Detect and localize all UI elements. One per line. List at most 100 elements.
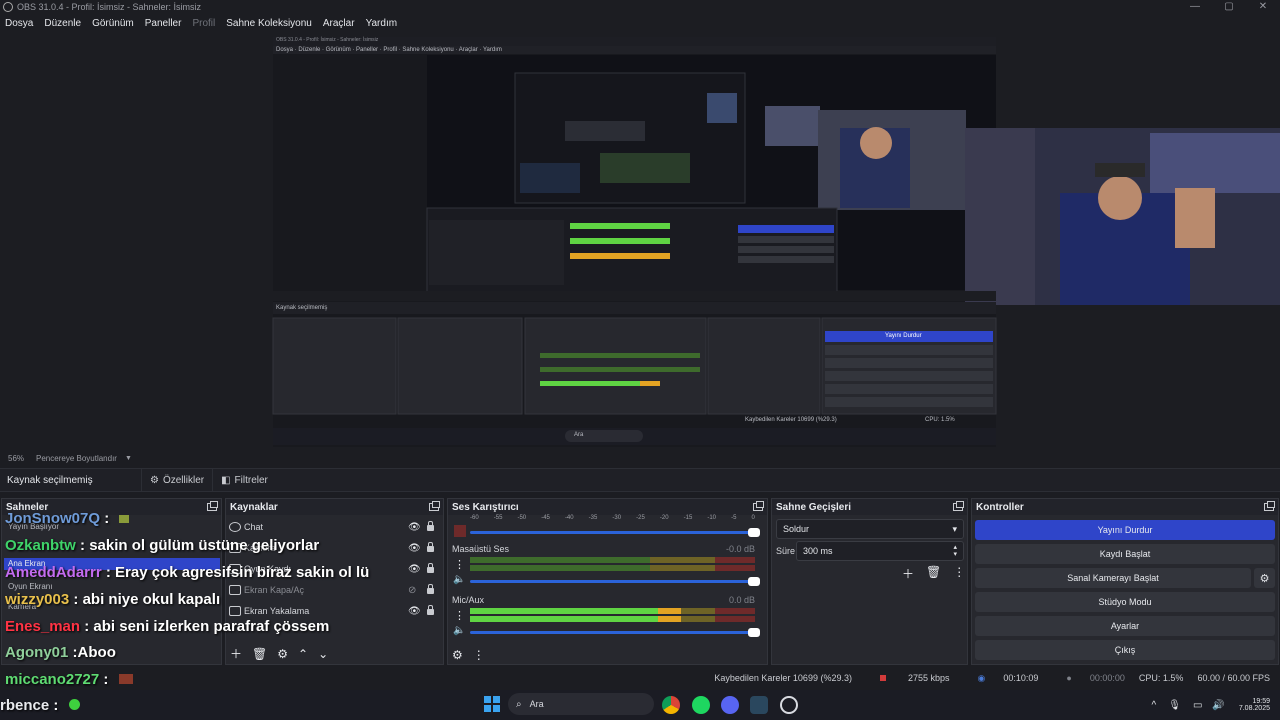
eye-icon[interactable]: 👁 bbox=[408, 606, 421, 617]
eye-hidden-icon[interactable]: ⊘ bbox=[408, 585, 416, 596]
channel-name: Masaüstü Ses bbox=[452, 544, 510, 554]
add-icon[interactable]: ＋ bbox=[230, 645, 242, 662]
studio-mode-button[interactable]: Stüdyo Modu bbox=[975, 592, 1275, 612]
chevron-up-icon[interactable]: ^ bbox=[1152, 700, 1157, 711]
start-recording-button[interactable]: Kaydı Başlat bbox=[975, 544, 1275, 564]
volume-knob[interactable] bbox=[748, 628, 760, 637]
stream-timer: ◉ 00:10:09 bbox=[964, 673, 1039, 684]
sources-title: Kaynaklar bbox=[230, 501, 278, 513]
float-dock-icon[interactable] bbox=[953, 501, 964, 511]
start-virtual-camera-button[interactable]: Sanal Kamerayı Başlat bbox=[975, 568, 1251, 588]
chat-sep: : bbox=[69, 591, 83, 608]
minimize-icon[interactable]: — bbox=[1178, 0, 1212, 14]
menu-docks[interactable]: Paneller bbox=[145, 18, 182, 29]
chat-sep: : bbox=[80, 618, 94, 635]
scale-tick: -60 bbox=[470, 515, 479, 521]
menu-file[interactable]: Dosya bbox=[5, 18, 33, 29]
trash-icon[interactable]: 🗑 bbox=[926, 565, 941, 582]
add-icon[interactable]: ＋ bbox=[902, 565, 914, 582]
more-options-icon[interactable]: ⋮ bbox=[454, 611, 465, 622]
preview-canvas[interactable]: OBS 31.0.4 - Profil: İsimsiz - Sahneler:… bbox=[0, 33, 1280, 448]
fit-to-window-label[interactable]: Pencereye Boyutlandır bbox=[36, 454, 117, 463]
spotify-icon[interactable] bbox=[692, 696, 710, 714]
exit-button[interactable]: Çıkış bbox=[975, 640, 1275, 660]
nested-dropped: Kaybedilen Kareler 10699 (%29.3) bbox=[745, 417, 837, 423]
scale-tick: -40 bbox=[564, 515, 574, 521]
volume-slider[interactable] bbox=[470, 628, 760, 637]
nested-no-source: Kaynak seçilmemiş bbox=[276, 305, 328, 311]
advanced-audio-icon[interactable]: ⚙ bbox=[452, 648, 463, 662]
virtual-camera-settings-button[interactable]: ⚙ bbox=[1254, 568, 1275, 588]
source-item[interactable]: Chat 👁 bbox=[229, 517, 444, 537]
eye-icon[interactable]: 👁 bbox=[408, 543, 421, 554]
stop-streaming-button[interactable]: Yayını Durdur bbox=[975, 520, 1275, 540]
bitrate-value: 2755 kbps bbox=[907, 673, 950, 683]
scene-item[interactable]: Oyun Ekranı bbox=[8, 582, 52, 591]
clock[interactable]: 19:59 7.08.2025 bbox=[1239, 698, 1270, 712]
float-dock-icon[interactable] bbox=[207, 501, 218, 511]
more-options-icon[interactable]: ⋮ bbox=[953, 565, 965, 582]
search-placeholder: Ara bbox=[529, 699, 544, 709]
gear-icon[interactable]: ⚙ bbox=[277, 647, 288, 661]
lock-icon[interactable] bbox=[427, 521, 434, 531]
windows-start-icon[interactable] bbox=[484, 696, 500, 712]
chat-sep: : bbox=[49, 697, 59, 714]
microphone-icon[interactable]: 🎙 bbox=[1168, 700, 1181, 711]
maximize-icon[interactable]: ▢ bbox=[1212, 0, 1246, 14]
discord-icon[interactable] bbox=[721, 696, 739, 714]
source-item[interactable]: Ekran Kapa/Aç ⊘ bbox=[229, 580, 444, 600]
mute-indicator[interactable] bbox=[454, 525, 466, 537]
status-bar: Kaybedilen Kareler 10699 (%29.3) 2755 kb… bbox=[0, 668, 1280, 688]
float-dock-icon[interactable] bbox=[1264, 501, 1275, 511]
settings-button[interactable]: Ayarlar bbox=[975, 616, 1275, 636]
eye-icon[interactable]: 👁 bbox=[408, 522, 421, 533]
transitions-toolbar: ＋ 🗑 ⋮ bbox=[902, 565, 965, 582]
float-dock-icon[interactable] bbox=[429, 501, 440, 511]
volume-knob[interactable] bbox=[748, 528, 760, 537]
close-icon[interactable]: ✕ bbox=[1246, 0, 1280, 14]
filters-button[interactable]: ◧ Filtreler bbox=[212, 469, 276, 491]
float-dock-icon[interactable] bbox=[753, 501, 764, 511]
speaker-icon[interactable]: 🔈 bbox=[453, 574, 465, 585]
chevron-down-icon[interactable]: ⌄ bbox=[318, 647, 328, 661]
menu-scene-collection[interactable]: Sahne Koleksiyonu bbox=[226, 18, 312, 29]
controls-title: Kontroller bbox=[976, 501, 1024, 513]
zoom-level: 56% bbox=[8, 453, 25, 463]
chat-badge-icon bbox=[68, 699, 80, 710]
chevron-down-icon[interactable]: ▼ bbox=[125, 455, 132, 462]
monitor-icon[interactable]: ▭ bbox=[1193, 700, 1202, 711]
spin-arrows-icon[interactable]: ▴ ▾ bbox=[953, 544, 957, 558]
volume-slider[interactable] bbox=[470, 577, 760, 586]
volume-knob[interactable] bbox=[748, 577, 760, 586]
zoom-bar: 56% Pencereye Boyutlandır ▼ bbox=[0, 450, 1280, 466]
speaker-icon[interactable]: 🔈 bbox=[453, 625, 465, 636]
chevron-up-icon[interactable]: ⌃ bbox=[298, 647, 308, 661]
eye-icon[interactable]: 👁 bbox=[408, 564, 421, 575]
menu-view[interactable]: Görünüm bbox=[92, 18, 134, 29]
mixer-title: Ses Karıştırıcı bbox=[452, 501, 519, 513]
chrome-icon[interactable] bbox=[662, 696, 680, 714]
obs-taskbar-icon[interactable] bbox=[780, 696, 798, 714]
transition-select[interactable]: Soldur ▾ bbox=[776, 519, 964, 539]
taskbar-search[interactable]: ⌕ Ara bbox=[508, 693, 654, 715]
menu-help[interactable]: Yardım bbox=[366, 18, 398, 29]
properties-button[interactable]: ⚙ Özellikler bbox=[141, 469, 212, 491]
steam-icon[interactable] bbox=[750, 696, 768, 714]
more-options-icon[interactable]: ⋮ bbox=[473, 648, 485, 662]
menu-edit[interactable]: Düzenle bbox=[44, 18, 81, 29]
filters-label: Filtreler bbox=[234, 474, 268, 486]
menu-profile[interactable]: Profil bbox=[192, 18, 215, 29]
lock-icon[interactable] bbox=[427, 584, 434, 594]
lock-icon[interactable] bbox=[427, 605, 434, 615]
volume-slider[interactable] bbox=[470, 528, 760, 537]
level-meter bbox=[470, 608, 755, 614]
chat-user: AmeddAdarrr bbox=[5, 564, 102, 581]
trash-icon[interactable]: 🗑 bbox=[252, 647, 267, 661]
menu-tools[interactable]: Araçlar bbox=[323, 18, 355, 29]
lock-icon[interactable] bbox=[427, 563, 434, 573]
volume-icon[interactable]: 🔊 bbox=[1212, 700, 1224, 711]
duration-spinbox[interactable]: 300 ms ▴ ▾ bbox=[796, 541, 964, 561]
menu-bar: Dosya Düzenle Görünüm Paneller Profil Sa… bbox=[0, 14, 1280, 33]
more-options-icon[interactable]: ⋮ bbox=[454, 560, 465, 571]
lock-icon[interactable] bbox=[427, 542, 434, 552]
